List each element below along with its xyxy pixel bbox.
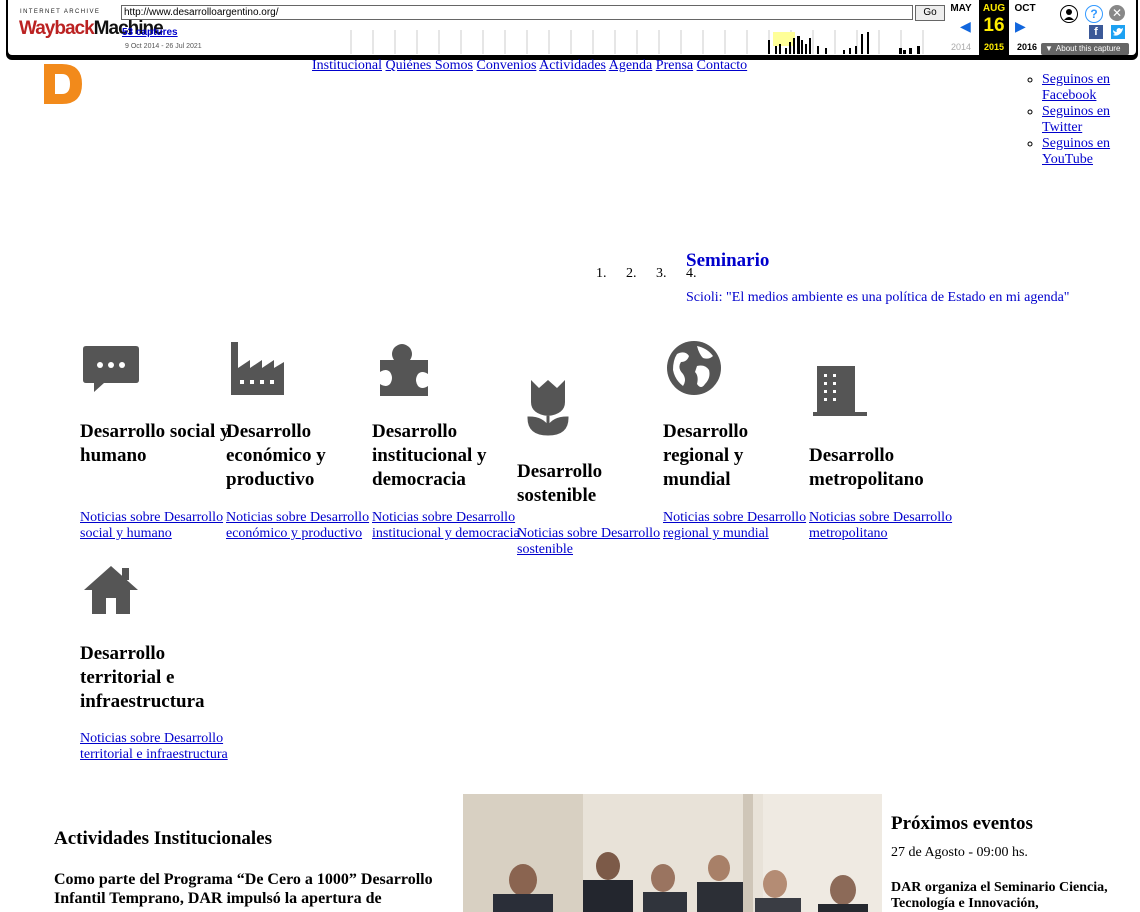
- wayback-url-input[interactable]: http://www.desarrolloargentino.org/: [121, 5, 913, 20]
- category-news-link[interactable]: Noticias sobre Desarrollo social y human…: [80, 510, 230, 542]
- category-title: Desarrollo social y humano: [80, 421, 230, 466]
- captures-link[interactable]: 53 captures: [122, 27, 178, 38]
- twitter-link[interactable]: Seguinos en Twitter: [1042, 104, 1110, 135]
- facebook-share-icon[interactable]: f: [1089, 25, 1103, 39]
- slider-page-3[interactable]: 3.: [656, 266, 686, 282]
- prev-year-label[interactable]: 2014: [946, 42, 976, 52]
- current-year: 2015: [983, 42, 1005, 52]
- category-title: Desarrollo metropolitano: [809, 445, 924, 490]
- current-day: 16: [983, 15, 1005, 36]
- category-news-link[interactable]: Noticias sobre Desarrollo económico y pr…: [226, 510, 376, 542]
- nav-contacto[interactable]: Contacto: [697, 58, 748, 73]
- slider-page-1[interactable]: 1.: [596, 266, 626, 282]
- next-year-label[interactable]: 2016: [1012, 42, 1042, 52]
- current-month: AUG: [982, 3, 1006, 14]
- slider-title[interactable]: Seminario: [686, 250, 769, 272]
- social-item: Seguinos en Facebook: [1042, 72, 1114, 104]
- capture-sparkline[interactable]: [343, 26, 946, 54]
- prev-month-label[interactable]: MAY: [946, 3, 976, 14]
- factory-icon: [226, 340, 286, 400]
- flower-icon: [517, 378, 577, 438]
- slider-subtitle[interactable]: Scioli: "El medios ambiente es una polít…: [686, 290, 1070, 306]
- wayback-logo-word: Wayback: [19, 18, 95, 39]
- nav-quienes-somos[interactable]: Quiénes Somos: [386, 58, 474, 73]
- twitter-share-icon[interactable]: [1111, 25, 1125, 39]
- main-nav: Institucional Quiénes Somos Convenios Ac…: [312, 58, 747, 74]
- wayback-logo-caption: INTERNET ARCHIVE: [20, 9, 101, 15]
- activities-photo[interactable]: [463, 794, 882, 912]
- chat-icon: [80, 340, 140, 400]
- home-icon: [80, 562, 140, 622]
- go-button[interactable]: Go: [915, 5, 945, 21]
- social-item: Seguinos en YouTube: [1042, 136, 1114, 168]
- account-icon[interactable]: [1060, 5, 1078, 23]
- category-news-link[interactable]: Noticias sobre Desarrollo regional y mun…: [663, 510, 813, 542]
- category-title: Desarrollo institucional y democracia: [372, 421, 487, 490]
- next-month-label[interactable]: OCT: [1010, 3, 1040, 14]
- slider-page-2[interactable]: 2.: [626, 266, 656, 282]
- wayback-toolbar: INTERNET ARCHIVE WaybackMachine http://w…: [6, 0, 1138, 57]
- globe-icon: [663, 340, 723, 400]
- category-title: Desarrollo territorial e infraestructura: [80, 643, 205, 712]
- nav-prensa[interactable]: Prensa: [656, 58, 693, 73]
- puzzle-icon: [372, 340, 432, 400]
- category-news-link[interactable]: Noticias sobre Desarrollo territorial e …: [80, 731, 230, 763]
- help-icon[interactable]: ?: [1085, 5, 1103, 23]
- nav-agenda[interactable]: Agenda: [609, 58, 653, 73]
- close-icon[interactable]: ✕: [1109, 5, 1125, 21]
- youtube-link[interactable]: Seguinos en YouTube: [1042, 136, 1110, 167]
- category-news-link[interactable]: Noticias sobre Desarrollo institucional …: [372, 510, 522, 542]
- building-icon: [809, 364, 869, 424]
- category-title: Desarrollo sostenible: [517, 461, 603, 506]
- event-headline[interactable]: DAR organiza el Seminario Ciencia, Tecno…: [891, 880, 1140, 912]
- activities-headline[interactable]: Como parte del Programa “De Cero a 1000”…: [54, 870, 454, 908]
- next-arrow-icon[interactable]: ▶: [1015, 18, 1026, 35]
- social-links: Seguinos en Facebook Seguinos en Twitter…: [1028, 72, 1114, 168]
- category-title: Desarrollo económico y productivo: [226, 421, 326, 490]
- about-capture-label: About this capture: [1055, 44, 1121, 53]
- category-title: Desarrollo regional y mundial: [663, 421, 749, 490]
- site-logo[interactable]: [44, 64, 84, 104]
- category-news-link[interactable]: Noticias sobre Desarrollo metropolitano: [809, 510, 959, 542]
- capture-range: 9 Oct 2014 - 26 Jul 2021: [125, 43, 202, 50]
- social-item: Seguinos en Twitter: [1042, 104, 1114, 136]
- category-news-link[interactable]: Noticias sobre Desarrollo sostenible: [517, 526, 667, 558]
- current-date-box: AUG 16 2015: [979, 0, 1009, 55]
- nav-institucional[interactable]: Institucional: [312, 58, 382, 73]
- event-date: 27 de Agosto - 09:00 hs.: [891, 845, 1028, 860]
- nav-actividades[interactable]: Actividades: [539, 58, 606, 73]
- facebook-link[interactable]: Seguinos en Facebook: [1042, 72, 1110, 103]
- events-title: Próximos eventos: [891, 813, 1033, 834]
- prev-arrow-icon[interactable]: ◀: [960, 18, 971, 35]
- activities-title: Actividades Institucionales: [54, 828, 272, 849]
- about-capture-button[interactable]: ▼ About this capture: [1041, 43, 1129, 55]
- nav-convenios[interactable]: Convenios: [477, 58, 537, 73]
